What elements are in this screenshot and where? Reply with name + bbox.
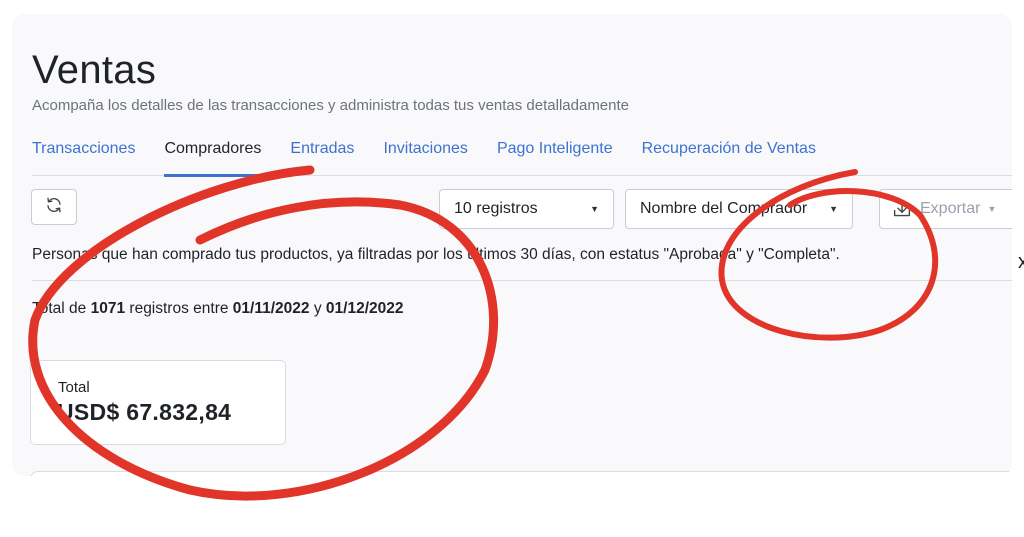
records-summary: Total de 1071 registros entre 01/11/2022… <box>32 300 403 318</box>
end-date: 01/12/2022 <box>325 300 404 317</box>
caret-down-icon: ▼ <box>829 204 838 214</box>
page-title: Ventas <box>32 48 157 92</box>
tab-compradores[interactable]: Compradores <box>164 136 261 177</box>
tab-recuperacion-ventas[interactable]: Recuperación de Ventas <box>642 136 816 176</box>
caret-down-icon: ▼ <box>987 204 997 214</box>
summary-prefix: Total de <box>32 300 87 317</box>
page-subtitle: Acompaña los detalles de las transaccion… <box>32 97 630 114</box>
tab-pago-inteligente[interactable]: Pago Inteligente <box>497 136 613 176</box>
export-label: Exportar <box>920 200 981 217</box>
refresh-button[interactable] <box>31 189 77 225</box>
summary-middle: registros entre <box>129 300 229 317</box>
tab-entradas[interactable]: Entradas <box>290 136 354 176</box>
records-per-page-value: 10 registros <box>454 200 538 217</box>
export-button[interactable]: Exportar ▼ <box>879 189 1012 229</box>
records-count: 1071 <box>90 300 126 317</box>
filter-description: Personas que han comprado tus productos,… <box>32 246 840 263</box>
table-container <box>30 471 1012 476</box>
records-per-page-select[interactable]: 10 registros ▼ <box>439 189 614 229</box>
summary-conjunction: y <box>313 300 322 317</box>
sort-by-value: Nombre del Comprador <box>640 200 808 217</box>
total-card: Total USD$ 67.832,84 <box>30 360 286 445</box>
tab-transacciones[interactable]: Transacciones <box>32 136 135 176</box>
divider <box>32 280 1012 281</box>
start-date: 01/11/2022 <box>232 300 310 317</box>
total-card-value: USD$ 67.832,84 <box>57 399 232 425</box>
tab-invitaciones[interactable]: Invitaciones <box>383 136 468 176</box>
refresh-icon <box>45 196 63 219</box>
sales-panel: Ventas Acompaña los detalles de las tran… <box>12 14 1012 476</box>
sort-by-select[interactable]: Nombre del Comprador ▼ <box>625 189 853 229</box>
total-card-label: Total <box>58 379 90 396</box>
download-icon <box>892 200 912 218</box>
cut-off-close-glyph: x <box>1018 251 1024 273</box>
tab-bar: Transacciones Compradores Entradas Invit… <box>32 136 1012 177</box>
caret-down-icon: ▼ <box>590 204 599 214</box>
